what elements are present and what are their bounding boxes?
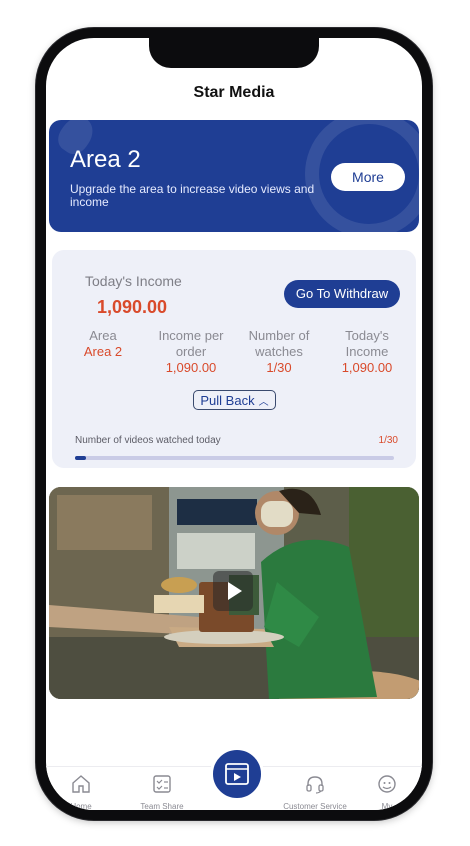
phone-notch [149,38,319,68]
go-to-withdraw-button[interactable]: Go To Withdraw [284,280,400,308]
stat-value: Area 2 [83,344,123,359]
more-button[interactable]: More [331,163,405,191]
play-icon[interactable] [213,571,253,611]
tab-label: Home [70,802,92,810]
stat-header: Today's Income [345,328,389,359]
tab-team-share[interactable]: Team Share [127,773,197,810]
stat-value: 1,090.00 [341,360,393,375]
tab-label: My [381,802,393,810]
todays-income-value: 1,090.00 [97,297,168,317]
headset-icon [306,776,324,794]
phone-frame: Star Media Area 2 Upgrade the area to in… [36,28,432,820]
tab-my[interactable]: My [352,773,422,810]
area-banner: Area 2 Upgrade the area to increase vide… [49,120,419,232]
stat-header: Number of watches [248,328,310,359]
area-description: Upgrade the area to increase video views… [70,182,315,209]
video-icon [225,763,249,785]
page-title: Star Media [193,84,275,101]
videos-watched-progress [75,456,394,460]
stat-number-of-watches: Number of watches 1/30 [235,328,323,376]
stat-income-per-order: Income per order 1,090.00 [147,328,235,376]
pull-back-label: Pull Back [200,393,255,408]
todays-income-label: Today's Income [85,273,182,289]
tab-label: Customer Service [283,802,347,810]
tab-label: Team Share [140,802,184,810]
app-screen: Star Media Area 2 Upgrade the area to in… [46,38,422,810]
video-player[interactable] [49,487,419,699]
income-card: Today's Income 1,090.00 Go To Withdraw A… [52,250,416,468]
progress-fill [75,456,86,460]
home-icon [72,775,90,793]
stat-value: 1/30 [266,360,292,375]
chevron-up-icon: ︿ [258,397,269,408]
stat-todays-income: Today's Income 1,090.00 [323,328,411,376]
stat-value: 1,090.00 [165,360,217,375]
area-title: Area 2 [70,146,141,173]
tab-customer-service[interactable]: Customer Service [280,773,350,810]
pull-back-button[interactable]: Pull Back ︿ [193,390,276,410]
stat-header: Area [89,328,117,343]
tab-home[interactable]: Home [46,773,116,810]
stat-header: Income per order [158,328,224,359]
profile-icon [378,775,396,793]
videos-watched-count: 1/30 [378,435,398,446]
stat-area: Area Area 2 [59,328,147,360]
tab-video[interactable] [210,747,264,801]
videos-watched-label: Number of videos watched today [75,435,221,446]
team-share-icon [153,775,171,793]
